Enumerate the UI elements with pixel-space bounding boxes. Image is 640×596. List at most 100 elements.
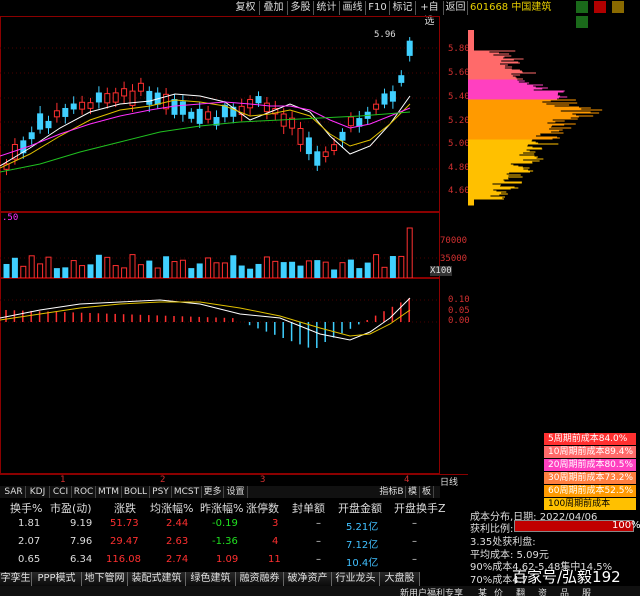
tab-settings[interactable]: 设置 bbox=[224, 486, 248, 498]
status-line[interactable]: 新用户福利专享 bbox=[400, 586, 463, 596]
cost-legend-item[interactable]: 60周期前成本52.5% bbox=[544, 485, 636, 497]
candle bbox=[196, 102, 203, 128]
status-icon[interactable]: 品 bbox=[560, 586, 569, 596]
cell-change: 116.08 bbox=[106, 554, 141, 565]
watermark: 百家号/弘毅192 bbox=[512, 568, 621, 586]
stock-name: 中国建筑 bbox=[511, 2, 552, 13]
f10-button[interactable]: F10 bbox=[366, 1, 390, 15]
add-watchlist-button[interactable]: +自选 bbox=[416, 1, 444, 27]
price-axis-label: 5.20 bbox=[448, 116, 470, 126]
status-icon[interactable]: 价 bbox=[494, 586, 503, 596]
tab-sar[interactable]: SAR bbox=[2, 486, 26, 498]
multi-stock-button[interactable]: 多股 bbox=[288, 1, 314, 15]
cell-pe: 6.34 bbox=[70, 554, 93, 565]
candle bbox=[289, 111, 296, 136]
volume-bar bbox=[20, 265, 27, 278]
tab-more[interactable]: 更多 bbox=[202, 486, 224, 498]
board-button[interactable]: 板 bbox=[420, 486, 434, 498]
concept-button[interactable]: PPP模式 bbox=[32, 572, 82, 586]
cell-turnover: 1.81 bbox=[18, 518, 41, 529]
cost-legend-item[interactable]: 10周期前成本89.4% bbox=[544, 446, 636, 458]
draw-line-button[interactable]: 画线 bbox=[340, 1, 366, 15]
status-icon[interactable]: 资 bbox=[538, 586, 547, 596]
price-axis-label: 4.60 bbox=[448, 186, 470, 196]
status-icon[interactable]: 某 bbox=[478, 586, 487, 596]
play-icon[interactable] bbox=[576, 1, 588, 13]
candle bbox=[398, 70, 405, 87]
tab-psy[interactable]: PSY bbox=[150, 486, 172, 498]
flag-icon[interactable] bbox=[594, 1, 607, 13]
concept-button[interactable]: 地下管网 bbox=[82, 572, 128, 586]
col-header[interactable]: 涨跌 bbox=[114, 500, 136, 516]
tab-roc[interactable]: ROC bbox=[72, 486, 96, 498]
col-header[interactable]: 封单额 bbox=[292, 500, 325, 516]
tab-mcst[interactable]: MCST bbox=[172, 486, 202, 498]
dif-line bbox=[0, 297, 411, 341]
cell-pe: 9.19 bbox=[70, 518, 93, 529]
candle bbox=[95, 86, 102, 109]
status-icon[interactable]: 服 bbox=[582, 586, 591, 596]
price-chart-svg bbox=[0, 37, 440, 193]
status-icon[interactable]: 翻 bbox=[516, 586, 525, 596]
fuquan-button[interactable]: 复权 bbox=[232, 1, 260, 15]
cost-legend-item[interactable]: 5周期前成本84.0% bbox=[544, 433, 636, 445]
candle bbox=[347, 112, 354, 133]
cell-change: 51.73 bbox=[110, 518, 139, 529]
tab-boll[interactable]: BOLL bbox=[122, 486, 150, 498]
cell-open-amount: 10.4亿 bbox=[346, 558, 379, 569]
volume-bar bbox=[305, 260, 312, 278]
concept-button[interactable]: 字孪生 bbox=[0, 572, 32, 586]
candle bbox=[146, 86, 153, 113]
concept-button[interactable]: 行业龙头 bbox=[332, 572, 380, 586]
col-header[interactable]: 开盘换手Z bbox=[394, 500, 446, 516]
tab-mtm[interactable]: MTM bbox=[96, 486, 122, 498]
candle bbox=[62, 103, 69, 124]
candle bbox=[70, 96, 77, 114]
cell-open-turnover: – bbox=[412, 518, 417, 529]
col-header[interactable]: 昨涨幅% bbox=[200, 500, 243, 516]
volume-bar bbox=[381, 266, 388, 278]
volume-bar bbox=[179, 259, 186, 278]
time-mark: 4 bbox=[404, 475, 410, 485]
volume-bar bbox=[247, 268, 254, 278]
concept-button[interactable]: 破净资产 bbox=[284, 572, 332, 586]
concept-button[interactable]: 融资融券 bbox=[236, 572, 284, 586]
statistics-button[interactable]: 统计 bbox=[314, 1, 340, 15]
cost-legend-item[interactable]: 20周期前成本80.5% bbox=[544, 459, 636, 471]
col-header[interactable]: 开盘金额 bbox=[338, 500, 382, 516]
candle bbox=[53, 102, 60, 123]
overlay-button[interactable]: 叠加 bbox=[260, 1, 288, 15]
stock-code: 601668 bbox=[470, 2, 509, 13]
col-header[interactable]: 市盈(动) bbox=[50, 500, 92, 516]
tab-cci[interactable]: CCI bbox=[50, 486, 72, 498]
concept-button[interactable]: 大盘股 bbox=[380, 572, 420, 586]
col-header[interactable]: 均涨幅% bbox=[150, 500, 193, 516]
indicator-b-button[interactable]: 指标B bbox=[378, 486, 406, 498]
cost-legend-item[interactable]: 30周期前成本73.2% bbox=[544, 472, 636, 484]
tab-kdj[interactable]: KDJ bbox=[26, 486, 50, 498]
concept-button[interactable]: 绿色建筑 bbox=[186, 572, 236, 586]
volume-axis-label: 35000 bbox=[440, 254, 468, 264]
cell-avg-rise: 2.44 bbox=[166, 518, 189, 529]
col-header[interactable]: 换手% bbox=[10, 500, 42, 516]
concept-button[interactable]: 装配式建筑 bbox=[128, 572, 186, 586]
next-icon[interactable] bbox=[576, 16, 588, 28]
time-axis: 1 2 3 4 日线 bbox=[0, 474, 468, 488]
template-button[interactable]: 模 bbox=[406, 486, 420, 498]
volume-bar bbox=[137, 264, 144, 278]
chip-distribution bbox=[468, 30, 603, 206]
mark-button[interactable]: 标记 bbox=[390, 1, 416, 15]
prev-icon[interactable] bbox=[612, 1, 625, 13]
volume-bar bbox=[87, 264, 94, 278]
volume-bar bbox=[53, 268, 60, 278]
period-label[interactable]: 日线 bbox=[440, 475, 458, 488]
volume-bar bbox=[331, 269, 338, 278]
volume-bars bbox=[3, 227, 413, 278]
volume-bar bbox=[205, 257, 212, 278]
volume-bar bbox=[389, 256, 396, 278]
col-header[interactable]: 涨停数 bbox=[246, 500, 279, 516]
cell-limit-up: 4 bbox=[272, 536, 279, 547]
price-axis-label: 5.60 bbox=[448, 68, 470, 78]
price-axis-label: 5.00 bbox=[448, 139, 470, 149]
back-button[interactable]: 返回 bbox=[444, 1, 468, 15]
